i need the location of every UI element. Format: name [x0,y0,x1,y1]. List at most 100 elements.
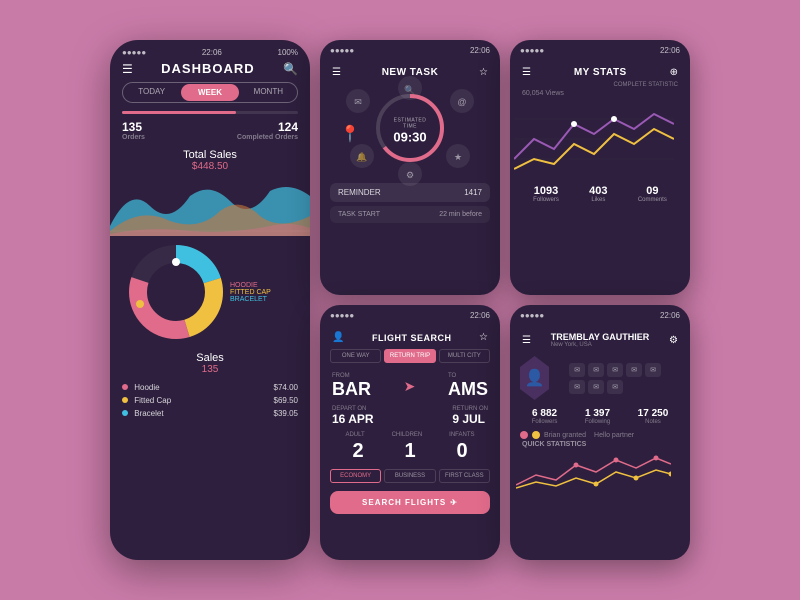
newtask-status: ●●●●● 22:06 [320,40,500,57]
total-sales-label: Total Sales [110,149,310,161]
msg-icon-2: ✉ [588,363,604,377]
mystats-title: MY STATS [574,67,627,78]
mystats-header: ☰ MY STATS ⊕ [510,57,690,82]
following-label: Following [585,419,610,425]
status-bar: ●●●●● 22:06 100% [110,40,310,61]
dashboard-phone: ●●●●● 22:06 100% ☰ DASHBOARD 🔍 TODAY WEE… [110,40,310,560]
children-label: CHILDREN [392,432,423,438]
task-start-bar: TASK START 22 min before [330,206,490,223]
tab-multi-city[interactable]: MULTI CITY [439,349,490,363]
orders-label: Orders [122,134,145,141]
breakdown-fittedcap: Fitted Cap $69.50 [122,394,298,407]
followers-value: 1093 [533,185,559,197]
mystats-subtitle: COMPLETE STATISTIC [510,82,690,90]
return-value: 9 JUL [452,412,488,426]
tab-economy[interactable]: ECONOMY [330,469,381,483]
newtask-star-icon[interactable]: ☆ [479,67,488,78]
followers-label: Followers [533,197,559,203]
newtask-phone: ●●●●● 22:06 ☰ NEW TASK ☆ ✉ 🔍 [320,40,500,295]
tab-week[interactable]: WEEK [181,84,238,101]
legend-hoodie: HOODIE [230,282,271,289]
class-tabs: ECONOMY BUSINESS FIRST CLASS [320,465,500,487]
followers-profile-stat: 6 882 Followers [532,408,558,425]
route-row: FROM BAR ➤ TO AMS [320,369,500,404]
profile-menu-icon[interactable]: ☰ [522,335,531,346]
person2-name: Hello partner [594,432,634,439]
profile-name: TREMBLAY GAUTHIER [551,332,650,342]
msg-icon-4: ✉ [626,363,642,377]
depart-value: 16 APR [332,412,374,426]
dashboard-header: ☰ DASHBOARD 🔍 [110,61,310,82]
status-dots: ●●●●● [122,48,146,57]
profile-mini-chart [510,450,690,490]
adult-label: ADULT [345,432,364,438]
reminder-label: REMINDER [338,188,381,197]
right-grid: ●●●●● 22:06 ☰ NEW TASK ☆ ✉ 🔍 [320,40,690,560]
person2-avatar [532,431,540,439]
quick-stats-label: QUICK STATISTICS [510,439,690,450]
progress-bar [122,111,298,114]
notes-label: Notes [638,419,669,425]
msg-icon-7: ✉ [588,380,604,394]
donut-chart [126,242,226,342]
mystats-phone: ●●●●● 22:06 ☰ MY STATS ⊕ COMPLETE STATIS… [510,40,690,295]
mystats-status: ●●●●● 22:06 [510,40,690,57]
profile-stats: 6 882 Followers 1 397 Following 17 250 N… [510,404,690,429]
profile-settings-icon[interactable]: ⚙ [669,335,678,346]
task-start-label: TASK START [338,211,380,218]
plane-icon: ✈ [450,498,458,507]
views-row: 60,054 Views [510,90,690,99]
completed-label: Completed Orders [237,134,298,141]
svg-text:★: ★ [454,152,462,162]
task-start-value: 22 min before [439,211,482,218]
time-tab-bar: TODAY WEEK MONTH [122,82,298,103]
flightsearch-phone: ●●●●● 22:06 👤 FLIGHT SEARCH ☆ ONE WAY RE… [320,305,500,560]
svg-text:✉: ✉ [354,97,362,107]
fittedcap-dot [122,397,128,403]
reminder-value: 1417 [464,188,482,197]
line-chart [510,99,690,179]
sales-value: 135 [110,364,310,375]
infants-label: INFANTS [449,432,474,438]
followers-stat: 1093 Followers [533,185,559,203]
tab-today[interactable]: TODAY [123,83,180,102]
msg-icon-6: ✉ [569,380,585,394]
legend-bracelet: BRACELET [230,296,271,303]
date-row: DEPART ON 16 APR RETURN ON 9 JUL [320,404,500,428]
infants-count: 0 [436,440,487,463]
page-title: DASHBOARD [161,61,255,76]
progress-fill [122,111,236,114]
mystats-menu-icon[interactable]: ☰ [522,67,531,78]
tab-one-way[interactable]: ONE WAY [330,349,381,363]
svg-text:⚙: ⚙ [406,170,414,180]
search-flights-label: SEARCH FLIGHTS [362,498,446,507]
msg-icon-8: ✉ [607,380,623,394]
donut-section: HOODIE FITTED CAP BRACELET [110,238,310,346]
completed-stat: 124 Completed Orders [237,120,298,141]
flight-status: ●●●●● 22:06 [320,305,500,322]
from-code: BAR [332,379,371,400]
person1-avatar [520,431,528,439]
adult-count: 2 [332,440,383,463]
children-count: 1 [384,440,435,463]
tab-business[interactable]: BUSINESS [384,469,435,483]
profile-phone: ●●●●● 22:06 ☰ TREMBLAY GAUTHIER New York… [510,305,690,560]
search-icon[interactable]: 🔍 [283,62,298,76]
sales-label: Sales [110,352,310,364]
menu-icon[interactable]: ☰ [122,62,133,76]
likes-stat: 403 Likes [589,185,607,203]
likes-label: Likes [589,197,607,203]
mystats-add-icon[interactable]: ⊕ [670,67,678,78]
following-value: 1 397 [585,408,610,419]
notes-value: 17 250 [638,408,669,419]
tab-month[interactable]: MONTH [240,83,297,102]
to-code: AMS [448,379,488,400]
timer-area: ✉ 🔍 @ 🔔 ★ ⚙ [320,82,500,179]
flight-header: 👤 FLIGHT SEARCH ☆ [320,322,500,349]
tab-first-class[interactable]: FIRST CLASS [439,469,490,483]
flight-star-icon[interactable]: ☆ [479,332,488,343]
completed-value: 124 [237,120,298,134]
search-flights-button[interactable]: SEARCH FLIGHTS ✈ [330,491,490,514]
tab-return-trip[interactable]: RETURN TRIP [384,349,435,363]
timer-value: 09:30 [392,129,428,144]
